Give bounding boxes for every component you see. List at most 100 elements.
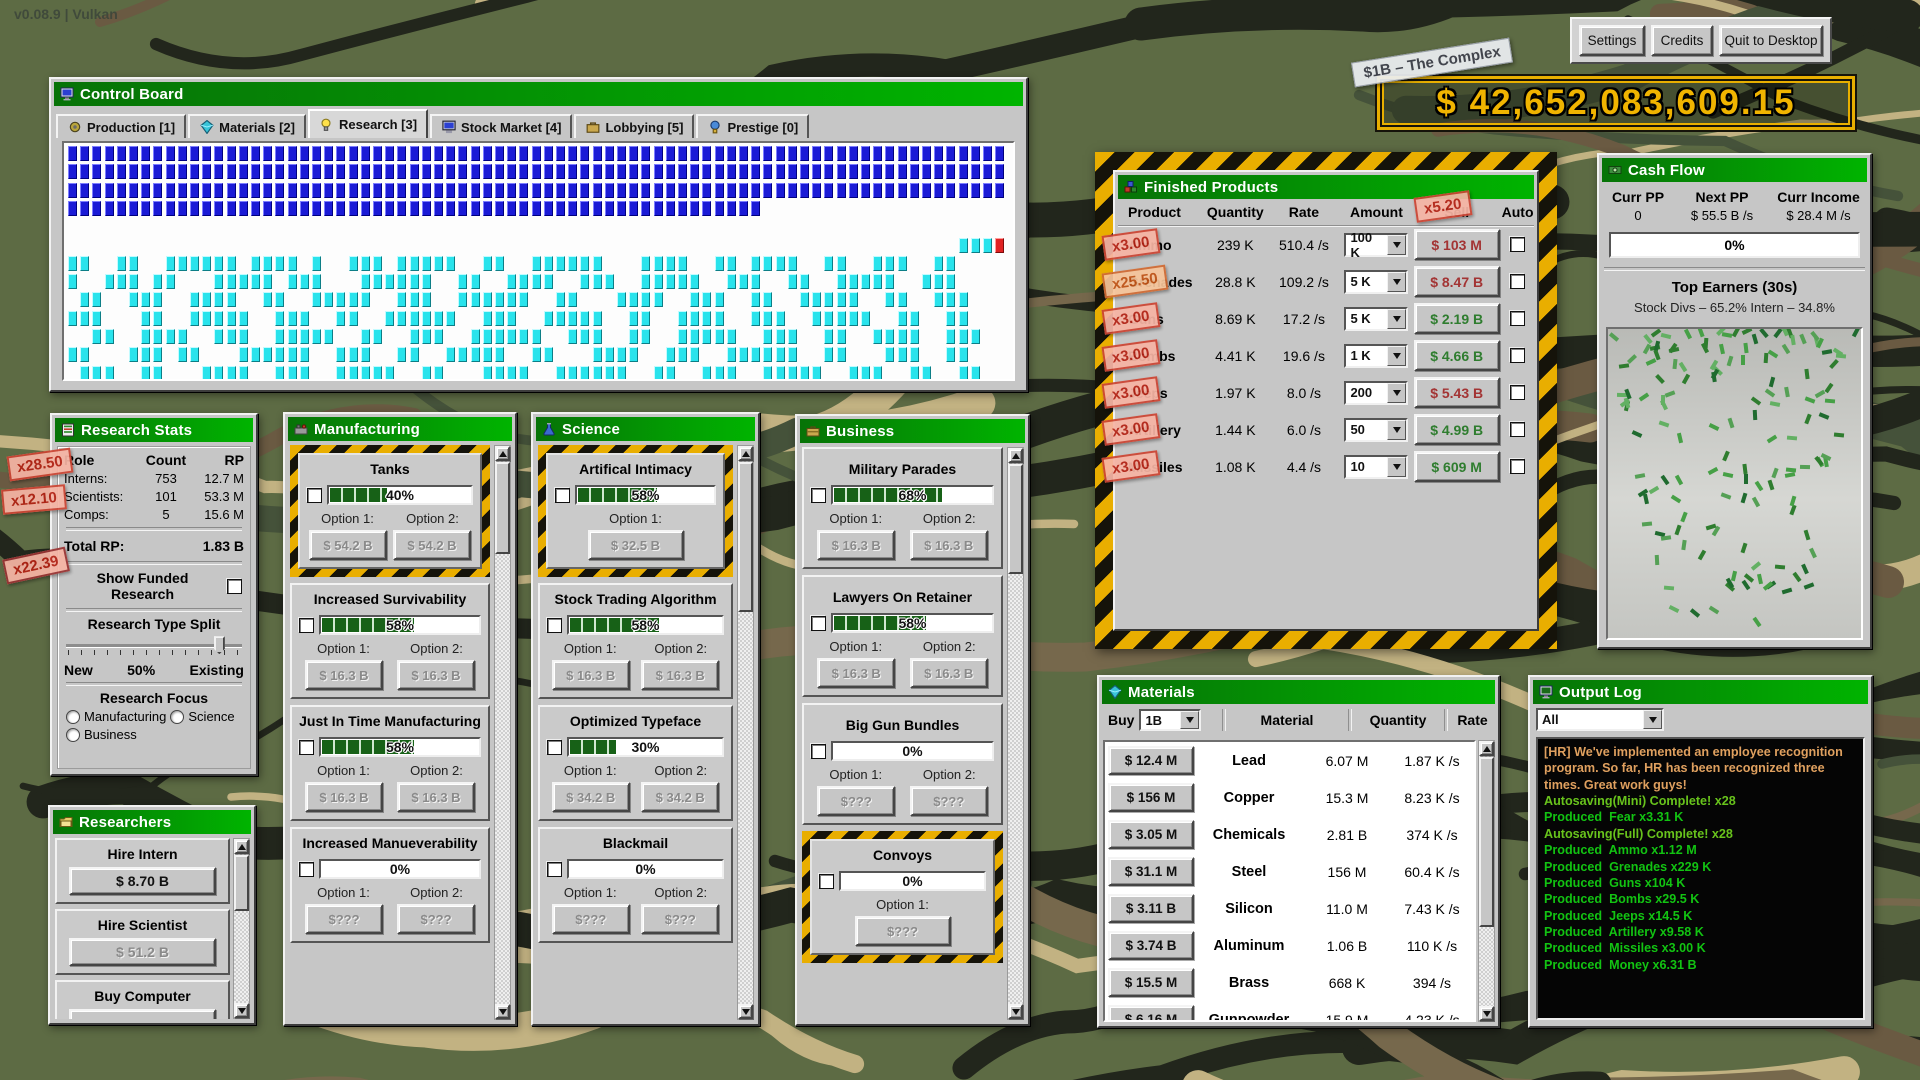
fund-checkbox[interactable] [299, 740, 314, 755]
option1-button[interactable]: $ 16.3 B [552, 660, 630, 690]
option1-button[interactable]: $ 16.3 B [305, 660, 383, 690]
business-scrollbar[interactable] [1007, 447, 1024, 1020]
science-titlebar[interactable]: Science [536, 417, 755, 441]
buy-material-button[interactable]: $ 6.16 M [1108, 1005, 1194, 1022]
scroll-thumb[interactable] [1479, 757, 1494, 927]
amount-select[interactable]: 5 K [1344, 270, 1408, 294]
buy-amount-select[interactable]: 1B [1139, 709, 1201, 731]
control-board-titlebar[interactable]: Control Board [54, 82, 1023, 106]
amount-select[interactable]: 5 K [1344, 307, 1408, 331]
option2-button[interactable]: $ 16.3 B [910, 658, 988, 688]
scroll-down-button[interactable] [495, 1004, 510, 1019]
scroll-up-button[interactable] [1479, 741, 1494, 756]
scroll-down-button[interactable] [1479, 1006, 1494, 1021]
output-log-titlebar[interactable]: Output Log [1533, 680, 1868, 704]
chevron-down-icon[interactable] [1643, 710, 1662, 729]
sell-button[interactable]: $ 103 M [1414, 229, 1500, 260]
hire-intern-button[interactable]: $ 8.70 B [69, 867, 216, 895]
amount-select[interactable]: 50 [1344, 418, 1408, 442]
scroll-up-button[interactable] [1008, 448, 1023, 463]
scroll-thumb[interactable] [495, 462, 510, 554]
buy-material-button[interactable]: $ 15.5 M [1108, 968, 1194, 997]
settings-button[interactable]: Settings [1579, 25, 1645, 56]
option1-button[interactable]: $ 34.2 B [552, 782, 630, 812]
fund-checkbox[interactable] [547, 740, 562, 755]
scroll-up-button[interactable] [738, 446, 753, 461]
option1-button[interactable]: $ 32.5 B [588, 530, 684, 560]
scroll-down-button[interactable] [738, 1004, 753, 1019]
chevron-down-icon[interactable] [1387, 457, 1406, 477]
research-split-slider[interactable] [66, 634, 242, 660]
auto-sell-checkbox[interactable] [1510, 459, 1525, 474]
amount-select[interactable]: 200 [1344, 381, 1408, 405]
tab-stock-market[interactable]: Stock Market [4] [430, 114, 572, 138]
auto-sell-checkbox[interactable] [1510, 311, 1525, 326]
option1-button[interactable]: $??? [855, 916, 951, 946]
chevron-down-icon[interactable] [1387, 346, 1406, 366]
hire-scientist-button[interactable]: $ 51.2 B [69, 938, 216, 966]
fund-checkbox[interactable] [811, 616, 826, 631]
focus-radio-science[interactable] [170, 710, 184, 724]
scroll-down-button[interactable] [234, 1003, 249, 1018]
chevron-down-icon[interactable] [1387, 235, 1406, 255]
sell-button[interactable]: $ 2.19 B [1414, 303, 1500, 334]
manufacturing-scrollbar[interactable] [494, 445, 511, 1020]
option2-button[interactable]: $ 16.3 B [397, 660, 475, 690]
buy-material-button[interactable]: $ 156 M [1108, 783, 1194, 812]
chevron-down-icon[interactable] [1180, 711, 1199, 729]
amount-select[interactable]: 100 K [1344, 233, 1408, 257]
buy-computer-button[interactable] [69, 1009, 216, 1019]
fund-checkbox[interactable] [811, 744, 826, 759]
option2-button[interactable]: $??? [910, 786, 988, 816]
option2-button[interactable]: $ 16.3 B [641, 660, 719, 690]
option1-button[interactable]: $ 16.3 B [817, 530, 895, 560]
focus-radio-business[interactable] [66, 728, 80, 742]
research-grid-panel[interactable] [62, 141, 1015, 381]
auto-sell-checkbox[interactable] [1510, 422, 1525, 437]
focus-radio-manufacturing[interactable] [66, 710, 80, 724]
buy-material-button[interactable]: $ 3.11 B [1108, 894, 1194, 923]
chevron-down-icon[interactable] [1387, 383, 1406, 403]
scroll-thumb[interactable] [738, 462, 753, 612]
business-titlebar[interactable]: Business [800, 419, 1025, 443]
amount-select[interactable]: 10 [1344, 455, 1408, 479]
auto-sell-checkbox[interactable] [1510, 237, 1525, 252]
chevron-down-icon[interactable] [1387, 309, 1406, 329]
science-scrollbar[interactable] [737, 445, 754, 1020]
tab-prestige[interactable]: Prestige [0] [696, 114, 809, 138]
researchers-scrollbar[interactable] [233, 838, 250, 1019]
chevron-down-icon[interactable] [1387, 272, 1406, 292]
option1-button[interactable]: $ 16.3 B [305, 782, 383, 812]
option2-button[interactable]: $ 16.3 B [910, 530, 988, 560]
buy-material-button[interactable]: $ 3.74 B [1108, 931, 1194, 960]
option2-button[interactable]: $??? [641, 904, 719, 934]
amount-select[interactable]: 1 K [1344, 344, 1408, 368]
scroll-up-button[interactable] [495, 446, 510, 461]
buy-material-button[interactable]: $ 3.05 M [1108, 820, 1194, 849]
fund-checkbox[interactable] [299, 862, 314, 877]
option2-button[interactable]: $ 54.2 B [393, 530, 471, 560]
tab-lobbying[interactable]: Lobbying [5] [574, 114, 694, 138]
tab-production[interactable]: Production [1] [56, 114, 186, 138]
fund-checkbox[interactable] [555, 488, 570, 503]
fund-checkbox[interactable] [307, 488, 322, 503]
manufacturing-titlebar[interactable]: Manufacturing [288, 417, 512, 441]
auto-sell-checkbox[interactable] [1510, 385, 1525, 400]
tab-research[interactable]: Research [3] [308, 109, 428, 138]
sell-button[interactable]: $ 609 M [1414, 451, 1500, 482]
fund-checkbox[interactable] [547, 618, 562, 633]
chevron-down-icon[interactable] [1387, 420, 1406, 440]
researchers-titlebar[interactable]: Researchers [53, 810, 251, 834]
materials-scrollbar[interactable] [1478, 740, 1495, 1022]
option2-button[interactable]: $ 34.2 B [641, 782, 719, 812]
cash-flow-titlebar[interactable]: Cash Flow [1602, 158, 1867, 182]
scroll-up-button[interactable] [234, 839, 249, 854]
sell-button[interactable]: $ 5.43 B [1414, 377, 1500, 408]
option2-button[interactable]: $ 16.3 B [397, 782, 475, 812]
option1-button[interactable]: $??? [305, 904, 383, 934]
sell-button[interactable]: $ 8.47 B [1414, 266, 1500, 297]
buy-material-button[interactable]: $ 31.1 M [1108, 857, 1194, 886]
scroll-thumb[interactable] [1008, 464, 1023, 574]
scroll-down-button[interactable] [1008, 1004, 1023, 1019]
log-filter-select[interactable]: All [1536, 708, 1664, 731]
